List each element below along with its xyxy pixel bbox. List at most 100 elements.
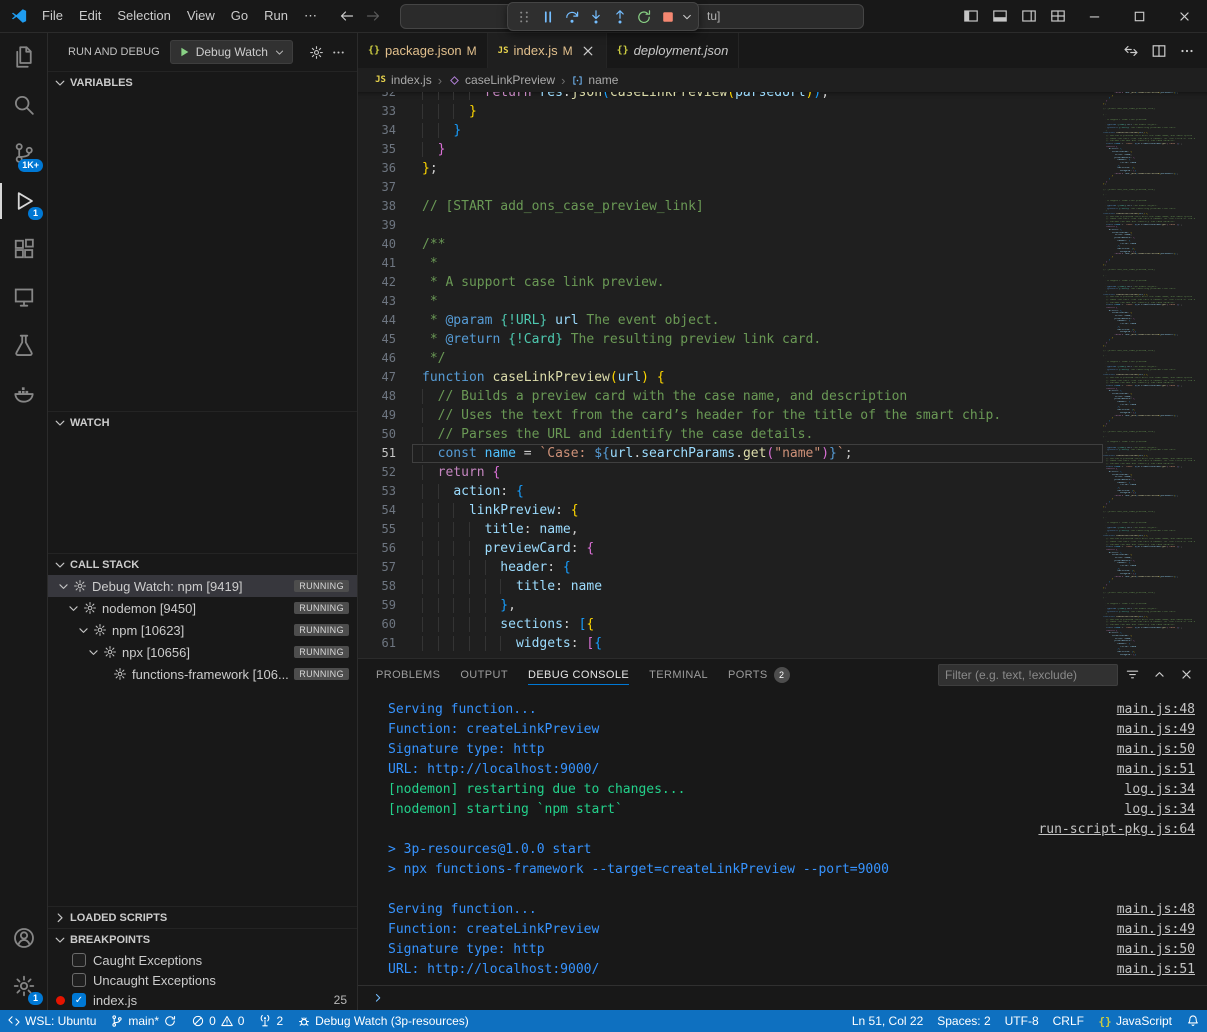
activity-bar-item-accounts[interactable]: [0, 914, 47, 962]
language-mode[interactable]: {}JavaScript: [1091, 1010, 1179, 1032]
section-header-breakpoints[interactable]: BREAKPOINTS: [48, 928, 357, 950]
debug-console-filter-input[interactable]: [938, 664, 1118, 686]
code-line-38[interactable]: 38// [START add_ons_case_preview_link]: [358, 197, 1103, 216]
breakpoint-checkbox[interactable]: [72, 953, 86, 967]
tab-package-json[interactable]: {}package.jsonM: [358, 33, 488, 68]
menu-view[interactable]: View: [179, 5, 223, 27]
menu-[interactable]: ⋯: [296, 5, 325, 27]
line-number-42[interactable]: 42: [358, 273, 412, 292]
line-number-55[interactable]: 55: [358, 520, 412, 539]
activity-bar-item-extensions[interactable]: [0, 225, 47, 273]
activity-bar-item-explorer[interactable]: [0, 33, 47, 81]
menu-file[interactable]: File: [34, 5, 71, 27]
line-number-37[interactable]: 37: [358, 178, 412, 197]
call-stack-session-0[interactable]: Debug Watch: npm [9419]RUNNING: [48, 575, 357, 597]
git-branch[interactable]: main*: [103, 1010, 184, 1032]
line-number-48[interactable]: 48: [358, 387, 412, 406]
debug-restart-button[interactable]: [632, 5, 655, 28]
code-line-41[interactable]: 41 *: [358, 254, 1103, 273]
code-line-58[interactable]: 58 title: name: [358, 577, 1103, 596]
debug-step-into-button[interactable]: [584, 5, 607, 28]
menu-run[interactable]: Run: [256, 5, 296, 27]
code-line-60[interactable]: 60 sections: [{: [358, 615, 1103, 634]
panel-tab-ports[interactable]: PORTS2: [728, 659, 790, 690]
sidebar-action-ellipsis[interactable]: [327, 41, 349, 63]
cursor-position[interactable]: Ln 51, Col 22: [845, 1010, 930, 1032]
debug-pause-button[interactable]: [536, 5, 559, 28]
call-stack-session-3[interactable]: npx [10656]RUNNING: [48, 641, 357, 663]
code-line-59[interactable]: 59 },: [358, 596, 1103, 615]
minimize-window-button[interactable]: [1072, 0, 1117, 32]
call-stack-session-1[interactable]: nodemon [9450]RUNNING: [48, 597, 357, 619]
console-source-link[interactable]: log.js:34: [1125, 780, 1195, 800]
activity-bar-item-source-control[interactable]: 1K+: [0, 129, 47, 177]
go-forward-icon[interactable]: [365, 8, 381, 24]
line-number-32[interactable]: 32: [358, 92, 412, 102]
line-number-51[interactable]: 51: [358, 444, 412, 463]
activity-bar-item-search[interactable]: [0, 81, 47, 129]
line-number-41[interactable]: 41: [358, 254, 412, 273]
layout-sidebar-right-button[interactable]: [1014, 0, 1043, 32]
code-line-50[interactable]: 50 // Parses the URL and identify the ca…: [358, 425, 1103, 444]
line-number-58[interactable]: 58: [358, 577, 412, 596]
console-source-link[interactable]: main.js:49: [1117, 920, 1195, 940]
remote-indicator[interactable]: WSL: Ubuntu: [0, 1010, 103, 1032]
layout-sidebar-button[interactable]: [956, 0, 985, 32]
breakpoint-row-1[interactable]: Uncaught Exceptions: [48, 970, 357, 990]
code-line-40[interactable]: 40/**: [358, 235, 1103, 254]
code-line-35[interactable]: 35 }: [358, 140, 1103, 159]
activity-bar-item-run-and-debug[interactable]: 1: [0, 177, 47, 225]
line-number-33[interactable]: 33: [358, 102, 412, 121]
debug-console-input[interactable]: [358, 985, 1207, 1010]
line-number-47[interactable]: 47: [358, 368, 412, 387]
panel-action-filter[interactable]: [1120, 662, 1145, 687]
activity-bar-item-remote-explorer[interactable]: [0, 273, 47, 321]
activity-bar-item-testing[interactable]: [0, 321, 47, 369]
forwarded-ports[interactable]: 2: [251, 1010, 290, 1032]
line-number-50[interactable]: 50: [358, 425, 412, 444]
code-line-33[interactable]: 33 }: [358, 102, 1103, 121]
code-line-52[interactable]: 52 return {: [358, 463, 1103, 482]
panel-action-chevron-up[interactable]: [1147, 662, 1172, 687]
layout-grid-button[interactable]: [1043, 0, 1072, 32]
line-number-43[interactable]: 43: [358, 292, 412, 311]
overview-ruler[interactable]: [1195, 92, 1207, 658]
line-number-44[interactable]: 44: [358, 311, 412, 330]
section-header-call-stack[interactable]: CALL STACK: [48, 553, 357, 575]
code-line-44[interactable]: 44 * @param {!URL} url The event object.: [358, 311, 1103, 330]
line-number-54[interactable]: 54: [358, 501, 412, 520]
line-number-34[interactable]: 34: [358, 121, 412, 140]
breadcrumb-item-index.js[interactable]: JSindex.js: [374, 73, 432, 87]
breakpoint-checkbox[interactable]: [72, 973, 86, 987]
close-window-button[interactable]: [1162, 0, 1207, 32]
code-line-43[interactable]: 43 *: [358, 292, 1103, 311]
console-source-link[interactable]: main.js:49: [1117, 720, 1195, 740]
go-back-icon[interactable]: [339, 8, 355, 24]
launch-configuration-dropdown[interactable]: Debug Watch: [170, 40, 293, 64]
code-line-42[interactable]: 42 * A support case link preview.: [358, 273, 1103, 292]
code-line-45[interactable]: 45 * @return {!Card} The resulting previ…: [358, 330, 1103, 349]
code-line-57[interactable]: 57 header: {: [358, 558, 1103, 577]
code-line-61[interactable]: 61 widgets: [{: [358, 634, 1103, 653]
line-number-53[interactable]: 53: [358, 482, 412, 501]
panel-tab-output[interactable]: OUTPUT: [460, 659, 508, 690]
panel-tab-problems[interactable]: PROBLEMS: [376, 659, 440, 690]
console-source-link[interactable]: run-script-pkg.js:64: [1038, 820, 1195, 840]
code-line-32[interactable]: 32 return res.json(caseLinkPreview(parse…: [358, 92, 1103, 102]
code-line-37[interactable]: 37: [358, 178, 1103, 197]
console-source-link[interactable]: main.js:51: [1117, 760, 1195, 780]
line-number-45[interactable]: 45: [358, 330, 412, 349]
menu-go[interactable]: Go: [223, 5, 256, 27]
notifications[interactable]: [1179, 1010, 1207, 1032]
line-number-46[interactable]: 46: [358, 349, 412, 368]
code-editor[interactable]: 32 return res.json(caseLinkPreview(parse…: [358, 92, 1207, 658]
line-number-59[interactable]: 59: [358, 596, 412, 615]
section-header-watch[interactable]: WATCH: [48, 411, 357, 433]
debug-stop-button[interactable]: [656, 5, 679, 28]
code-line-39[interactable]: 39: [358, 216, 1103, 235]
layout-panel-button[interactable]: [985, 0, 1014, 32]
section-header-variables[interactable]: VARIABLES: [48, 71, 357, 93]
indentation[interactable]: Spaces: 2: [930, 1010, 997, 1032]
call-stack-session-4[interactable]: functions-framework [106...RUNNING: [48, 663, 357, 685]
tab-index-js[interactable]: JSindex.jsM: [488, 33, 607, 68]
